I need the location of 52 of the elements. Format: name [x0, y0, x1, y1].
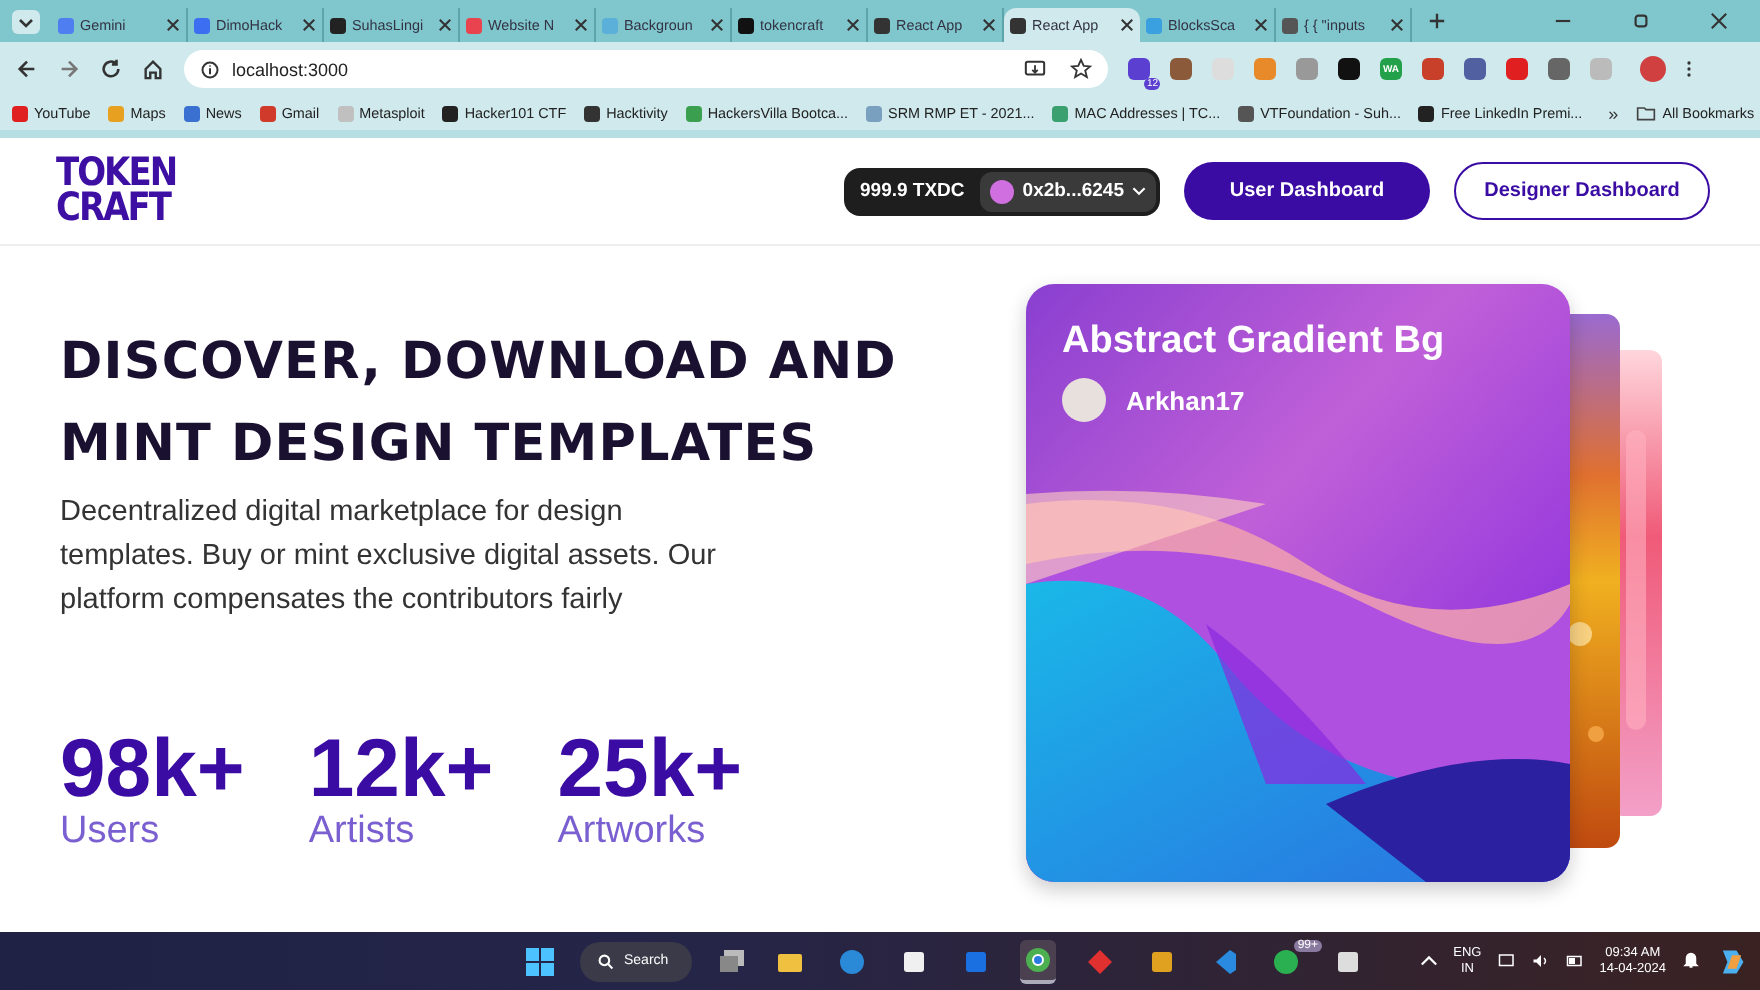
close-icon[interactable] [1390, 18, 1404, 32]
tab-search-icon[interactable] [12, 9, 40, 33]
network-icon[interactable] [1497, 952, 1516, 970]
new-tab-icon[interactable] [1428, 12, 1446, 30]
volume-icon[interactable] [1531, 952, 1550, 970]
stat-value: 98k+ [60, 726, 245, 810]
close-icon[interactable] [982, 18, 996, 32]
wallet-pill[interactable]: 999.9 TXDC 0x2b...6245 [844, 167, 1160, 215]
token-icon [990, 179, 1015, 203]
forward-icon[interactable] [58, 58, 80, 80]
restore-icon[interactable] [1632, 12, 1650, 30]
wallet-address: 0x2b...6245 [1022, 180, 1124, 202]
close-icon[interactable] [1710, 12, 1728, 30]
bell-icon[interactable] [1682, 952, 1700, 970]
hero-description: Decentralized digital marketplace for design templates. Buy or mint exclusive digital assets. Our platform compensates the contributors fairly [60, 494, 718, 620]
close-icon[interactable] [166, 18, 180, 32]
stat-label: Artworks [557, 810, 708, 854]
dashboard-button[interactable]: Designer Dashboard [1454, 162, 1710, 220]
chevron-up-icon[interactable] [1419, 952, 1438, 970]
taskbar-button[interactable] [1020, 939, 1056, 983]
star-icon[interactable] [1070, 58, 1092, 80]
close-icon[interactable] [438, 18, 452, 32]
home-icon[interactable] [142, 58, 164, 80]
profile-avatar[interactable] [1640, 56, 1666, 82]
back-icon[interactable] [16, 58, 38, 80]
close-icon[interactable] [574, 18, 588, 32]
close-icon[interactable] [846, 18, 860, 32]
balance-text: 999.9 TXDC [860, 180, 965, 202]
dashboard-button[interactable]: User Dashboard [1184, 162, 1430, 220]
reload-icon[interactable] [100, 58, 122, 80]
close-icon[interactable] [710, 18, 724, 32]
hero-heading: DISCOVER, DOWNLOAD AND MINT DESIGN TEMPLATES [60, 330, 899, 478]
stat-value: 25k+ [557, 726, 743, 810]
chevron-icon [1132, 186, 1146, 196]
task-view-icon[interactable] [718, 947, 746, 975]
stat-label: Users [60, 810, 162, 854]
battery-icon[interactable] [1565, 952, 1584, 970]
close-icon[interactable] [1120, 18, 1134, 32]
logo[interactable]: TOKEN CRAFT [56, 156, 177, 226]
more-bookmarks-button[interactable]: » [1608, 103, 1619, 123]
search-icon [598, 953, 614, 969]
stat-label: Artists [308, 810, 417, 854]
close-icon[interactable] [302, 18, 316, 32]
close-icon[interactable] [1254, 18, 1268, 32]
start-icon[interactable] [526, 947, 554, 975]
folder-icon [1636, 104, 1657, 122]
extension-icon[interactable] [1338, 58, 1360, 80]
address-bar[interactable]: localhost:3000 [184, 50, 1108, 88]
install-icon[interactable] [1024, 58, 1046, 80]
menu-icon[interactable] [1686, 58, 1692, 80]
site-info-icon[interactable] [200, 59, 220, 79]
stat-value: 12k+ [308, 726, 494, 810]
